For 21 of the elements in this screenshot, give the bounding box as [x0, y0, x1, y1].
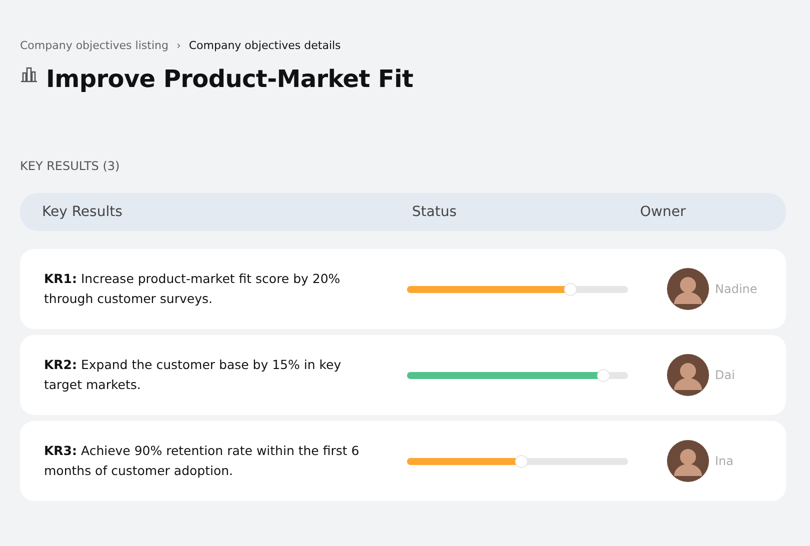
slider-thumb[interactable]	[514, 454, 528, 468]
page-title: Improve Product-Market Fit	[46, 64, 414, 94]
breadcrumb-separator: ›	[176, 38, 181, 54]
owner-name: Ina	[715, 453, 734, 470]
key-result-text: KR1: Increase product-market fit score by 20% through customer surveys.	[44, 270, 342, 308]
slider-thumb[interactable]	[564, 282, 577, 296]
slider-thumb[interactable]	[596, 368, 610, 382]
column-header: Owner	[640, 204, 686, 220]
column-header: Key Results	[42, 204, 122, 220]
key-result-text: KR2: Expand the customer base by 15% in key target markets.	[44, 356, 342, 394]
owner-name: Nadine	[715, 281, 758, 298]
breadcrumb-link[interactable]: Company objectives listing	[20, 38, 168, 54]
building-chart-icon	[20, 64, 38, 83]
avatar-icon	[667, 268, 709, 310]
avatar-icon	[667, 354, 709, 396]
key-result-text: KR3: Achieve 90% retention rate within the first 6 months of customer adoption.	[44, 442, 360, 480]
owner-name: Dai	[715, 367, 735, 384]
breadcrumb-current: Company objectives details	[188, 38, 341, 54]
column-header: Status	[412, 204, 457, 220]
avatar-icon	[667, 440, 709, 482]
section-label: KEY RESULTS (3)	[20, 158, 121, 176]
